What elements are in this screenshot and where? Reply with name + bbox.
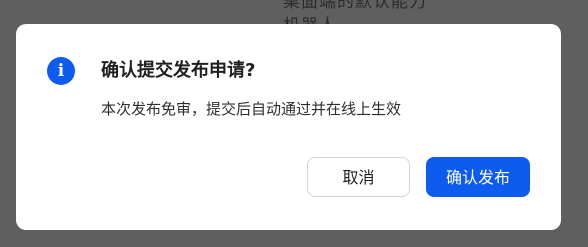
confirm-dialog: i 确认提交发布申请? 本次发布免审，提交后自动通过并在线上生效 取消 确认发布 bbox=[16, 24, 561, 230]
confirm-publish-button[interactable]: 确认发布 bbox=[426, 157, 530, 197]
dialog-description: 本次发布免审，提交后自动通过并在线上生效 bbox=[101, 100, 402, 118]
cancel-button[interactable]: 取消 bbox=[307, 157, 410, 197]
info-icon: i bbox=[47, 57, 75, 85]
background-line: 桌面端的默认能力 bbox=[283, 0, 427, 12]
dialog-title: 确认提交发布申请? bbox=[101, 60, 256, 81]
